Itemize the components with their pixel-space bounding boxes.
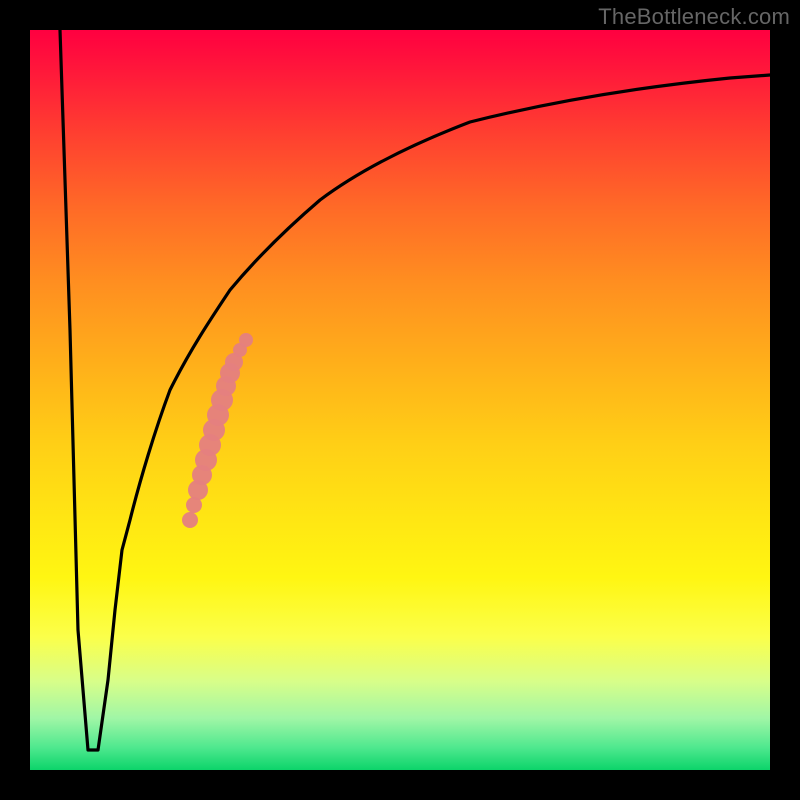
chart-frame: TheBottleneck.com xyxy=(0,0,800,800)
watermark-text: TheBottleneck.com xyxy=(598,4,790,30)
marker-group xyxy=(182,333,253,528)
data-marker xyxy=(239,333,253,347)
plot-area xyxy=(30,30,770,770)
data-marker xyxy=(182,512,198,528)
curve-layer xyxy=(30,30,770,770)
bottleneck-curve xyxy=(60,30,770,750)
